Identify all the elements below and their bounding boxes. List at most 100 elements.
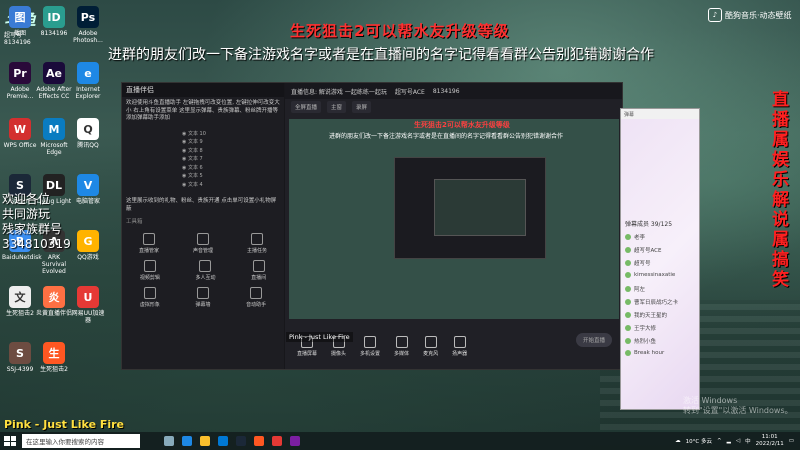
control-button[interactable]: 多机设置 <box>360 335 380 357</box>
chat-member-name: 超写号 <box>634 261 651 267</box>
tool-button[interactable]: 直播间 <box>251 259 266 281</box>
desktop-icon[interactable]: 图截图 <box>2 6 38 37</box>
notice-overlay: 进群的朋友们改一下备注游戏名字或者是在直播间的名字记得看看群公告别犯错谢谢合作 <box>108 47 654 63</box>
steam-icon[interactable] <box>236 436 246 446</box>
desktop-icon[interactable]: ID 8134196 <box>36 6 72 37</box>
control-button[interactable]: 多媒体 <box>394 335 410 357</box>
start-live-button[interactable]: 开始直播 <box>576 333 612 347</box>
system-tray: ☁ 10°C 多云 ^ ▂ ◁ 中 11:01 2022/2/11 ▭ <box>675 432 794 450</box>
desktop-icon[interactable]: 生生死狙击2 <box>36 342 72 373</box>
scene-item[interactable]: ◉ 文本 5 <box>182 172 284 181</box>
live-tab[interactable]: 主窗 <box>327 101 347 113</box>
scene-item[interactable]: ◉ 文本 6 <box>182 164 284 173</box>
tool-button[interactable]: 声音管理 <box>193 232 213 254</box>
chat-member[interactable]: 超写号 <box>625 259 651 267</box>
desktop-icon[interactable]: U 网易UU加速器 <box>70 286 106 324</box>
network-icon[interactable]: ▂ <box>727 438 731 444</box>
tool-button[interactable]: 直播管家 <box>139 232 159 254</box>
desktop-icon-label: ARK Survival Evolved <box>41 254 67 275</box>
desktop-icon[interactable]: V 电脑管家 <box>70 174 106 205</box>
scene-item[interactable]: ◉ 文本 10 <box>182 130 284 139</box>
desktop-icon[interactable]: S SSJ-4399 <box>2 342 38 373</box>
clock[interactable]: 11:01 2022/2/11 <box>756 434 784 448</box>
scene-item[interactable]: ◉ 文本 9 <box>182 138 284 147</box>
chevron-up-icon[interactable]: ^ <box>717 438 722 444</box>
chat-member[interactable]: 老李 <box>625 233 645 241</box>
chat-member[interactable]: Break hour <box>625 350 664 356</box>
chat-member[interactable]: 我的天王星的 <box>625 311 667 319</box>
app-icon: Q <box>77 118 99 140</box>
weather-label[interactable]: 10°C 多云 <box>686 437 712 445</box>
volume-icon[interactable]: ◁ <box>736 438 740 444</box>
live-app-icon[interactable] <box>272 436 282 446</box>
nested-window-2 <box>434 179 526 236</box>
chat-member[interactable]: 曹军日辰战巧之卡 <box>625 298 678 306</box>
control-button[interactable]: 扬声器 <box>452 335 468 357</box>
taskbar: 在这里输入你要搜索的内容 ☁ 10°C 多云 ^ ▂ ◁ 中 11:01 202… <box>0 432 800 450</box>
avatar <box>625 286 631 292</box>
desktop-icon[interactable]: Q 腾讯QQ <box>70 118 106 149</box>
app-title: 直播伴侣 <box>122 83 284 97</box>
edge-icon[interactable] <box>182 436 192 446</box>
live-tab[interactable]: 录屏 <box>352 101 372 113</box>
desktop-icon-label: 截图 <box>13 30 26 37</box>
chat-body: 弹幕成员 39/125 老李 超写号ACE 超写号 kimessinaxatie 阿左曹… <box>621 119 699 409</box>
chat-member[interactable]: 超写号ACE <box>625 246 661 254</box>
desktop-icon[interactable]: e Internet Explorer <box>70 62 106 100</box>
desktop-icon-label: 生死狙击2 <box>40 366 68 373</box>
app-icon: S <box>9 342 31 364</box>
scene-item[interactable]: ◉ 文本 4 <box>182 181 284 190</box>
control-label: 扬声器 <box>452 350 468 357</box>
chat-member[interactable]: 热烈小鱼 <box>625 337 656 345</box>
scene-item[interactable]: ◉ 文本 8 <box>182 147 284 156</box>
desktop-icon[interactable]: G QQ游戏 <box>70 230 106 261</box>
chat-member-name: 曹军日辰战巧之卡 <box>634 300 679 306</box>
desktop-icon[interactable]: Pr Adobe Premie... <box>2 62 38 100</box>
desktop-icon[interactable]: 文生死狙击2 <box>2 286 38 317</box>
lang-indicator[interactable]: 中 <box>745 437 751 445</box>
tool-button[interactable]: 弹幕墙 <box>195 286 210 308</box>
chat-member[interactable]: kimessinaxatie <box>625 272 675 278</box>
play-line: 共同游玩 <box>2 207 51 221</box>
control-button[interactable]: 麦克风 <box>423 335 438 357</box>
brand-badge: ♪ 酷狗音乐·动态壁纸 <box>708 8 792 22</box>
app-icon: e <box>77 62 99 84</box>
tool-button[interactable]: 视频剪辑 <box>140 259 160 281</box>
stream-preview[interactable]: 生死狙击2可以帮水友升级等级 进群的朋友们改一下备注游戏名字或者是在直播间的名字… <box>289 119 619 319</box>
windows-start-icon[interactable] <box>4 436 16 446</box>
desktop-icon-label: 8134196 <box>40 30 68 37</box>
taskbar-apps <box>164 436 300 446</box>
desktop-icon[interactable]: Ps Adobe Photosh... <box>70 6 106 44</box>
desktop-icon[interactable]: 炎炎黄直播伴侣 <box>36 286 72 317</box>
tool-label: 主播任务 <box>246 247 267 254</box>
live-assistant-window[interactable]: 直播伴侣 欢迎使用斗鱼直播助手 左键拖拽可改变位置, 左键拉伸可改变大小 右上角… <box>121 82 623 370</box>
avatar <box>625 338 631 344</box>
taskbar-search-input[interactable]: 在这里输入你要搜索的内容 <box>22 434 140 448</box>
tool-button[interactable]: 多人互动 <box>195 259 215 281</box>
app-icon: ID <box>43 6 65 28</box>
tool-icon <box>199 259 212 272</box>
scene-item[interactable]: ◉ 文本 7 <box>182 155 284 164</box>
app-icon: 生 <box>43 342 65 364</box>
desktop-icon[interactable]: Ae Adobe After Effects CC <box>36 62 72 100</box>
desktop-icon[interactable]: M Microsoft Edge <box>36 118 72 156</box>
control-label: 多媒体 <box>394 350 410 357</box>
tool-button[interactable]: 主播任务 <box>246 232 267 254</box>
chat-member[interactable]: 阿左 <box>625 285 645 293</box>
control-icon <box>424 335 437 348</box>
app-icon: U <box>77 286 99 308</box>
live-tab[interactable]: 全屏直播 <box>291 101 322 113</box>
chat-member[interactable]: 王宇大修 <box>625 324 656 332</box>
tool-button[interactable]: 音动助手 <box>246 286 266 308</box>
chat-window[interactable]: 弹幕 弹幕成员 39/125 老李 超写号ACE 超写号 kimessinaxatie… <box>620 108 700 410</box>
store-icon[interactable] <box>218 436 228 446</box>
music-app-icon[interactable] <box>290 436 300 446</box>
notification-icon[interactable]: ▭ <box>789 438 794 444</box>
game-icon[interactable] <box>254 436 264 446</box>
desktop-icon[interactable]: W WPS Office <box>2 118 38 149</box>
app-icon: M <box>43 118 65 140</box>
tool-button[interactable]: 虚拟形象 <box>140 286 160 308</box>
task-view-icon[interactable] <box>164 436 174 446</box>
app-icon: 图 <box>9 6 31 28</box>
folder-icon[interactable] <box>200 436 210 446</box>
